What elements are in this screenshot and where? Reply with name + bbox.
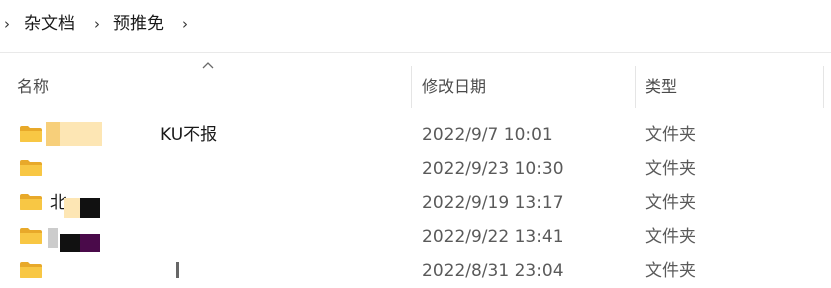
- column-divider[interactable]: [823, 66, 824, 108]
- column-header-row: 名称 修改日期 类型: [0, 62, 831, 112]
- folder-icon: [20, 126, 42, 142]
- file-date: 2022/9/7 10:01: [422, 125, 553, 145]
- folder-icon: [20, 228, 42, 244]
- column-header-name[interactable]: 名称: [17, 76, 49, 98]
- redacted-region: [46, 122, 60, 146]
- file-date: 2022/9/19 13:17: [422, 193, 564, 213]
- file-row[interactable]: 北 2022/9/19 13:17 文件夹: [0, 186, 831, 220]
- chevron-right-icon[interactable]: ›: [94, 14, 100, 34]
- file-type: 文件夹: [645, 159, 696, 179]
- column-header-date-modified[interactable]: 修改日期: [422, 76, 486, 98]
- folder-icon: [20, 194, 42, 210]
- redacted-region: [80, 198, 100, 218]
- column-divider[interactable]: [635, 66, 636, 108]
- file-type: 文件夹: [645, 227, 696, 247]
- file-date: 2022/9/23 10:30: [422, 159, 564, 179]
- file-type: 文件夹: [645, 193, 696, 213]
- column-divider[interactable]: [411, 66, 412, 108]
- chevron-right-icon[interactable]: ›: [182, 14, 188, 34]
- file-type: 文件夹: [645, 125, 696, 145]
- folder-icon: [20, 160, 42, 176]
- breadcrumb-item-杂文档[interactable]: 杂文档: [24, 13, 75, 35]
- redacted-region: [60, 234, 80, 252]
- redacted-region: [80, 234, 100, 252]
- sort-up-icon: [202, 62, 214, 69]
- redacted-region: [176, 262, 179, 278]
- folder-icon: [20, 262, 42, 278]
- redacted-region: [48, 228, 58, 248]
- file-row[interactable]: 2022/8/31 23:04 文件夹: [0, 254, 831, 288]
- file-name: KU不报: [160, 125, 218, 145]
- file-type: 文件夹: [645, 261, 696, 281]
- chevron-right-icon[interactable]: ›: [4, 14, 10, 34]
- file-row[interactable]: KU不报 2022/9/7 10:01 文件夹: [0, 118, 831, 152]
- column-header-type[interactable]: 类型: [645, 76, 677, 98]
- redacted-region: [48, 158, 96, 178]
- file-date: 2022/8/31 23:04: [422, 261, 564, 281]
- file-row[interactable]: 2022/9/22 13:41 文件夹: [0, 220, 831, 254]
- breadcrumb: › 杂文档 › 预推免 ›: [0, 0, 831, 53]
- breadcrumb-item-预推免[interactable]: 预推免: [113, 13, 164, 35]
- file-date: 2022/9/22 13:41: [422, 227, 564, 247]
- file-row[interactable]: 2022/9/23 10:30 文件夹: [0, 152, 831, 186]
